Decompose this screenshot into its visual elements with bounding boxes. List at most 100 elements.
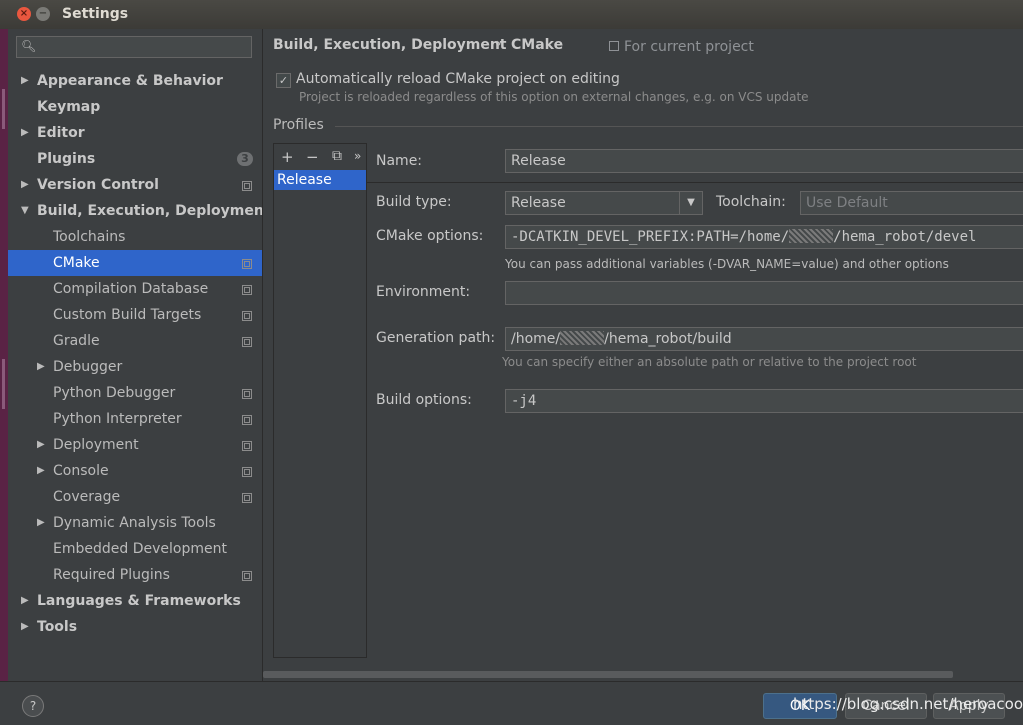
sidebar-item-label: Languages & Frameworks (37, 593, 241, 609)
sidebar-item-label: Editor (37, 125, 85, 141)
sidebar-item-toolchains[interactable]: Toolchains (8, 224, 262, 250)
profile-item-release[interactable]: Release (274, 170, 366, 190)
toolchain-select[interactable]: Use Default (800, 191, 1023, 215)
chevron-right-icon[interactable]: ▶ (37, 432, 45, 458)
sidebar-item-label: CMake (53, 255, 100, 271)
breadcrumb-current: CMake (511, 37, 564, 53)
sidebar-item-custom-build-targets[interactable]: Custom Build Targets (8, 302, 262, 328)
sidebar-item-plugins[interactable]: Plugins 3 (8, 146, 262, 172)
sidebar-item-deployment[interactable]: ▶ Deployment (8, 432, 262, 458)
sidebar-item-cmake[interactable]: CMake (8, 250, 262, 276)
sidebar-item-label: Required Plugins (53, 567, 170, 583)
environment-label: Environment: (376, 284, 471, 300)
settings-sidebar: 🔍︎ ▶ Appearance & Behavior Keymap ▶ Edit… (8, 29, 271, 681)
dialog-footer: ? OK Cancel Apply https://blog.csdn.net/… (0, 681, 1023, 725)
toolchain-label: Toolchain: (716, 194, 786, 210)
sidebar-item-required-plugins[interactable]: Required Plugins (8, 562, 262, 588)
sidebar-item-label: Embedded Development (53, 541, 227, 557)
redacted-username (789, 229, 834, 243)
generation-path-label: Generation path: (376, 330, 496, 346)
sidebar-item-label: Python Debugger (53, 385, 176, 401)
profiles-divider (335, 126, 1023, 127)
project-scope-icon (242, 415, 252, 425)
sidebar-item-label: Gradle (53, 333, 100, 349)
sidebar-item-gradle[interactable]: Gradle (8, 328, 262, 354)
scope-label: For current project (609, 39, 754, 55)
generation-path-prefix: /home/ (511, 331, 561, 347)
sidebar-item-editor[interactable]: ▶ Editor (8, 120, 262, 146)
breadcrumb-parent: Build, Execution, Deployment (273, 37, 507, 53)
help-button[interactable]: ? (22, 695, 44, 717)
sidebar-item-label: Dynamic Analysis Tools (53, 515, 216, 531)
minimize-window-button[interactable]: − (36, 7, 50, 21)
sidebar-item-label: Build, Execution, Deployment (37, 203, 271, 219)
chevron-right-icon[interactable]: ▶ (37, 354, 45, 380)
more-actions-button[interactable]: » (354, 149, 361, 163)
sidebar-item-label: Version Control (37, 177, 159, 193)
build-type-value: Release (511, 195, 566, 211)
edge-marker (2, 359, 5, 409)
sidebar-item-compilation-database[interactable]: Compilation Database (8, 276, 262, 302)
close-window-button[interactable]: × (17, 7, 31, 21)
chevron-right-icon[interactable]: ▶ (21, 614, 29, 640)
add-profile-button[interactable]: + (281, 148, 294, 166)
chevron-right-icon[interactable]: ▶ (37, 510, 45, 536)
horizontal-scrollbar[interactable] (263, 671, 953, 678)
chevron-down-icon[interactable]: ▼ (21, 198, 29, 224)
sidebar-item-python-interpreter[interactable]: Python Interpreter (8, 406, 262, 432)
chevron-right-icon[interactable]: ▶ (21, 172, 29, 198)
sidebar-item-python-debugger[interactable]: Python Debugger (8, 380, 262, 406)
chevron-right-icon[interactable]: ▶ (21, 68, 29, 94)
project-scope-icon (242, 571, 252, 581)
sidebar-item-tools[interactable]: ▶ Tools (8, 614, 262, 640)
cmake-options-field[interactable]: -DCATKIN_DEVEL_PREFIX:PATH=/home/ /hema_r… (505, 225, 1023, 249)
scope-text: For current project (624, 39, 754, 55)
chevron-right-icon[interactable]: ▶ (21, 120, 29, 146)
chevron-right-icon[interactable]: ▶ (21, 588, 29, 614)
settings-search-input[interactable]: 🔍︎ (16, 36, 252, 58)
sidebar-item-keymap[interactable]: Keymap (8, 94, 262, 120)
remove-profile-button[interactable]: − (306, 148, 319, 166)
sidebar-item-label: Appearance & Behavior (37, 73, 223, 89)
edge-marker (2, 89, 5, 129)
sidebar-item-label: Plugins (37, 151, 96, 167)
copy-profile-button[interactable]: ⧉ (332, 148, 342, 164)
sidebar-item-embedded-development[interactable]: Embedded Development (8, 536, 262, 562)
sidebar-item-label: Python Interpreter (53, 411, 182, 427)
form-separator (366, 182, 1023, 183)
name-label: Name: (376, 153, 423, 169)
auto-reload-label[interactable]: Automatically reload CMake project on ed… (296, 71, 620, 87)
sidebar-item-label: Deployment (53, 437, 139, 453)
sidebar-item-debugger[interactable]: ▶ Debugger (8, 354, 262, 380)
window-title: Settings (62, 6, 129, 22)
sidebar-item-label: Keymap (37, 99, 101, 115)
cmake-settings-panel: Build, Execution, Deployment › CMake For… (263, 29, 1023, 681)
sidebar-item-languages-frameworks[interactable]: ▶ Languages & Frameworks (8, 588, 262, 614)
generation-path-field[interactable]: /home/ /hema_robot/build (505, 327, 1023, 351)
name-field[interactable]: Release (505, 149, 1023, 173)
sidebar-item-label: Custom Build Targets (53, 307, 202, 323)
redacted-username (560, 331, 605, 345)
sidebar-item-console[interactable]: ▶ Console (8, 458, 262, 484)
chevron-right-icon[interactable]: ▶ (37, 458, 45, 484)
cmake-options-suffix: /hema_robot/devel (833, 229, 977, 245)
chevron-down-icon[interactable]: ▼ (679, 192, 702, 214)
sidebar-item-label: Compilation Database (53, 281, 209, 297)
build-options-field[interactable]: -j4 (505, 389, 1023, 413)
title-bar: × − Settings (0, 0, 1023, 30)
sidebar-item-build-execution-deployment[interactable]: ▼ Build, Execution, Deployment (8, 198, 271, 224)
sidebar-item-coverage[interactable]: Coverage (8, 484, 262, 510)
project-scope-icon (242, 493, 252, 503)
generation-path-suffix: /hema_robot/build (604, 331, 732, 347)
breadcrumb-separator: › (496, 36, 502, 52)
project-scope-icon (242, 311, 252, 321)
build-type-select[interactable]: Release ▼ (505, 191, 703, 215)
sidebar-item-label: Debugger (53, 359, 123, 375)
sidebar-item-appearance-behavior[interactable]: ▶ Appearance & Behavior (8, 68, 262, 94)
environment-field[interactable] (505, 281, 1023, 305)
auto-reload-checkbox[interactable]: ✓ (276, 73, 291, 88)
cmake-options-label: CMake options: (376, 228, 484, 244)
sidebar-item-dynamic-analysis-tools[interactable]: ▶ Dynamic Analysis Tools (8, 510, 262, 536)
desktop-edge (0, 29, 8, 724)
sidebar-item-version-control[interactable]: ▶ Version Control (8, 172, 262, 198)
